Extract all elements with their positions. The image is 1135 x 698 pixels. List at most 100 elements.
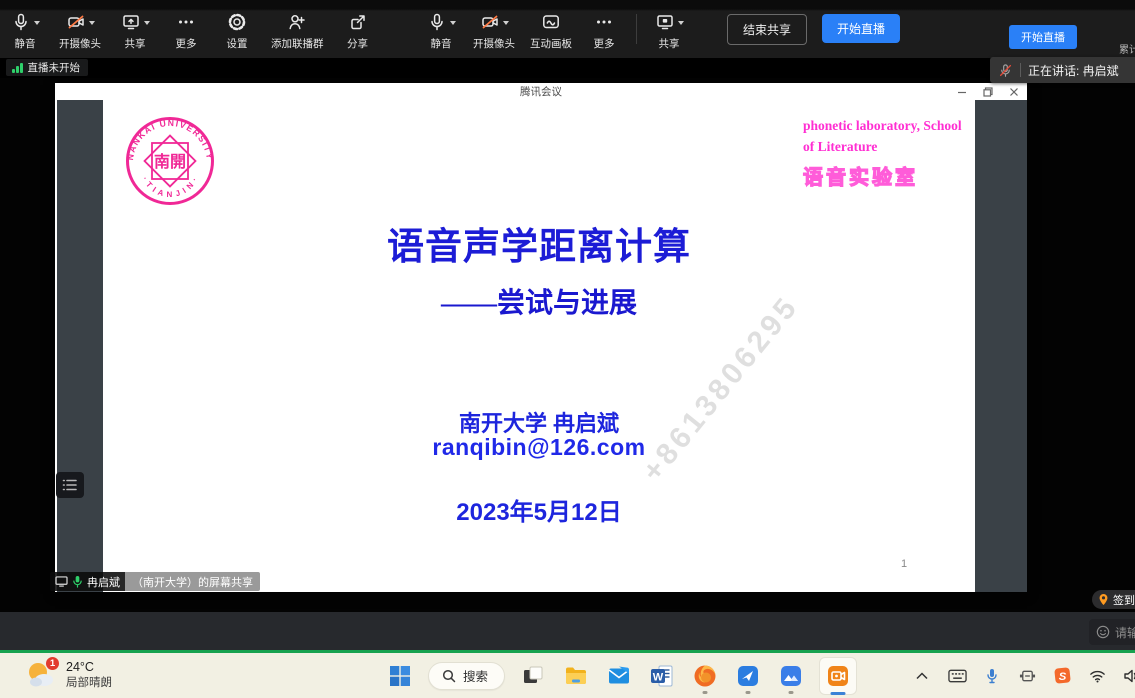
nankai-university-logo: NANKAI UNIVERSITY · T I A N J I N · 南開 (125, 116, 215, 206)
more-dots-icon (594, 12, 614, 32)
toolbar-separator (636, 14, 637, 44)
lab-line2: of Literature (803, 137, 971, 158)
chevron-down-icon (450, 21, 456, 25)
ime-toolbar-icon (1019, 669, 1036, 683)
toolbar-left-group: 静音 开摄像头 共享 更多 (8, 12, 375, 51)
lab-name-cn: 语音实验室 (803, 163, 971, 194)
more-button[interactable]: 更多 (169, 12, 203, 51)
share-label-text: （南开大学）的屏幕共享 (125, 572, 260, 591)
share-screen-button[interactable]: 共享 (118, 12, 152, 51)
more-button-2[interactable]: 更多 (587, 12, 621, 51)
more-dots-icon (176, 12, 196, 32)
gear-icon (227, 12, 247, 32)
speaking-text: 正在讲话: 冉启斌 (1028, 62, 1119, 79)
touch-keyboard-button[interactable] (947, 666, 967, 686)
ime-toolbar-button[interactable] (1017, 666, 1037, 686)
slide-list-button[interactable] (56, 472, 84, 498)
taskbar-apps: 搜索 (385, 653, 857, 698)
emoji-icon (1096, 625, 1110, 639)
start-live-button[interactable]: 开始直播 (822, 14, 900, 43)
folder-icon (563, 663, 589, 689)
slide-email: ranqibin@126.com (103, 434, 975, 461)
blue-bird-app-button[interactable] (733, 658, 763, 694)
tray-expand-button[interactable] (912, 666, 932, 686)
mountain-app-button[interactable] (776, 658, 806, 694)
mail-button[interactable] (604, 658, 634, 694)
speaking-indicator-bar: 正在讲话: 冉启斌 (990, 57, 1135, 83)
shared-app-window: 腾讯会议 NANKAI UNIVERSITY (55, 83, 1027, 592)
mail-icon (606, 663, 632, 689)
search-box[interactable]: 搜索 (428, 662, 505, 690)
sogou-input-button[interactable]: S (1052, 666, 1072, 686)
chevron-down-icon (144, 21, 150, 25)
lab-credit-block: phonetic laboratory, School of Literatur… (803, 116, 971, 194)
close-button[interactable] (1008, 86, 1019, 97)
logo-center-text: 南開 (154, 152, 186, 171)
camera-on-button[interactable]: 开摄像头 (59, 12, 101, 51)
chevron-up-icon (916, 672, 928, 680)
meeting-toolbar: 静音 开摄像头 共享 更多 (0, 0, 1135, 58)
blue-bird-app-icon (735, 663, 761, 689)
maximize-button[interactable] (982, 86, 993, 97)
svg-text:W: W (653, 671, 664, 683)
start-button[interactable] (385, 658, 415, 694)
live-status-badge: 直播未开始 (6, 59, 88, 76)
weather-icon: 1 (24, 658, 58, 692)
file-explorer-button[interactable] (561, 658, 591, 694)
chat-input[interactable]: 请输 (1089, 619, 1135, 645)
weather-condition: 局部晴朗 (66, 676, 112, 690)
share-invite-button[interactable]: 分享 (341, 12, 375, 51)
orange-camera-app-button[interactable] (819, 657, 857, 695)
share-screen-icon (121, 12, 141, 32)
whiteboard-button[interactable]: 互动画板 (530, 12, 572, 51)
sign-in-button[interactable]: 签到 (1092, 590, 1135, 609)
word-button[interactable]: W (647, 658, 677, 694)
running-indicator (703, 691, 708, 694)
lab-line1: phonetic laboratory, School (803, 116, 971, 137)
chevron-down-icon (503, 21, 509, 25)
meeting-bottom-panel (0, 612, 1135, 650)
camera-off-icon (480, 12, 500, 32)
weather-temperature: 24°C (66, 660, 112, 676)
share-screen-button-2[interactable]: 共享 (652, 12, 686, 51)
slide-date: 2023年5月12日 (103, 492, 975, 527)
camera-on-button-2[interactable]: 开摄像头 (473, 12, 515, 51)
status-row: 直播未开始 (0, 58, 1135, 78)
notification-badge: 1 (45, 656, 60, 671)
active-microphone-icon (72, 575, 83, 588)
share-screen-icon (655, 12, 675, 32)
svg-text:S: S (1058, 671, 1066, 683)
mountain-app-icon (778, 663, 804, 689)
mute-button[interactable]: 静音 (8, 12, 42, 51)
screen-share-label: 冉启斌 （南开大学）的屏幕共享 (50, 572, 260, 591)
start-live-button-right[interactable]: 开始直播 (1009, 25, 1077, 49)
add-person-icon (287, 12, 307, 32)
task-view-button[interactable] (518, 658, 548, 694)
whiteboard-icon (541, 12, 561, 32)
sharer-name: 冉启斌 (87, 574, 120, 590)
live-stats-partial: 累计 (1119, 41, 1135, 56)
word-icon: W (649, 663, 675, 689)
window-titlebar[interactable]: 腾讯会议 (55, 83, 1027, 100)
speaker-icon (1123, 668, 1135, 684)
firefox-button[interactable] (690, 658, 720, 694)
settings-button[interactable]: 设置 (220, 12, 254, 51)
volume-button[interactable] (1122, 666, 1135, 686)
chat-placeholder: 请输 (1115, 624, 1135, 641)
tray-microphone-button[interactable] (982, 666, 1002, 686)
camera-off-icon (66, 12, 86, 32)
list-icon (62, 478, 78, 492)
mute-button-2[interactable]: 静音 (424, 12, 458, 51)
signal-bars-icon (12, 63, 23, 73)
weather-widget[interactable]: 1 24°C 局部晴朗 (24, 658, 112, 692)
microphone-icon (427, 12, 447, 32)
add-broadcast-group-button[interactable]: 添加联播群 (271, 12, 324, 51)
running-indicator (789, 691, 794, 694)
presentation-area: NANKAI UNIVERSITY · T I A N J I N · 南開 p… (55, 100, 1027, 592)
wifi-button[interactable] (1087, 666, 1107, 686)
screen-icon (55, 576, 68, 587)
toolbar-center-group: 静音 开摄像头 互动画板 更多 (424, 12, 900, 51)
minimize-button[interactable] (956, 86, 967, 97)
slide-subtitle: ——尝试与进展 (103, 281, 975, 321)
end-share-button[interactable]: 结束共享 (727, 14, 807, 45)
